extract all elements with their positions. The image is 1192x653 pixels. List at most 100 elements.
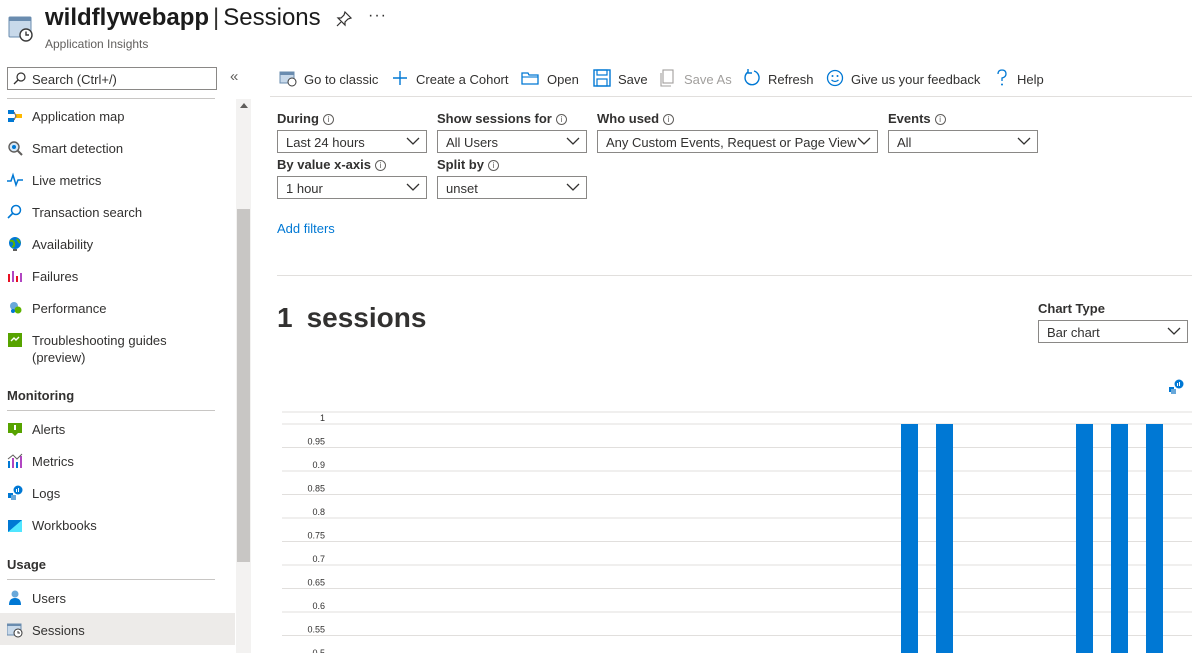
sidebar-item-label: Failures	[32, 269, 79, 284]
y-tick-label: 0.65	[307, 578, 325, 588]
chart-type-dropdown[interactable]: Bar chart	[1038, 320, 1188, 343]
y-tick-label: 1	[320, 413, 325, 423]
y-tick-label: 0.9	[312, 460, 325, 470]
info-icon[interactable]: i	[663, 114, 675, 125]
sidebar-item-label-secondary: (preview)	[32, 350, 86, 365]
sidebar-item-metrics[interactable]: Metrics	[0, 446, 235, 476]
sidebar-item-label: Application map	[32, 109, 125, 124]
chevron-down-icon	[566, 137, 580, 145]
chevron-down-icon	[566, 183, 580, 191]
sidebar-item-label: Metrics	[32, 454, 74, 469]
chart-bar[interactable]	[901, 424, 918, 653]
who-used-dropdown[interactable]: Any Custom Events, Request or Page View	[597, 130, 878, 153]
plus-icon	[393, 71, 407, 85]
sidebar-item-sessions[interactable]: Sessions	[0, 613, 235, 645]
toolbar-label: Create a Cohort	[416, 72, 509, 87]
y-tick-label: 0.75	[307, 531, 325, 541]
logs-icon[interactable]	[1168, 379, 1185, 395]
show-sessions-label: Show sessions for i	[437, 111, 567, 126]
y-tick-label: 0.5	[312, 648, 325, 653]
sidebar-item-label: Smart detection	[32, 141, 124, 156]
performance-icon	[10, 302, 22, 314]
chart-bar[interactable]	[936, 424, 953, 653]
sidebar-item-smart-detection[interactable]: Smart detection	[0, 133, 235, 163]
section-header-usage: Usage	[7, 557, 47, 572]
by-value-label-text: By value x-axis	[277, 157, 371, 172]
sidebar-item-transaction-search[interactable]: Transaction search	[0, 197, 235, 227]
sidebar-item-live-metrics[interactable]: Live metrics	[0, 165, 235, 195]
sidebar-item-label: Availability	[32, 237, 94, 252]
y-tick-label: 0.7	[312, 554, 325, 564]
divider	[277, 275, 1192, 276]
by-value-label: By value x-axis i	[277, 157, 386, 172]
smiley-icon	[826, 69, 844, 87]
by-value-value: 1 hour	[286, 181, 323, 196]
classic-view-icon	[279, 71, 297, 87]
application-map-icon	[8, 110, 22, 122]
chart-bar[interactable]	[1076, 424, 1093, 653]
sidebar-item-label: Live metrics	[32, 173, 102, 188]
sidebar-item-troubleshooting-guides[interactable]: Troubleshooting guides (preview)	[0, 325, 235, 365]
divider	[270, 96, 1192, 97]
events-label-text: Events	[888, 111, 931, 126]
sidebar-item-application-map[interactable]: Application map	[0, 101, 235, 131]
add-filters-link[interactable]: Add filters	[277, 221, 335, 236]
info-icon[interactable]: i	[487, 160, 499, 171]
alerts-icon	[8, 423, 22, 436]
scroll-up-arrow[interactable]	[240, 103, 248, 108]
events-dropdown[interactable]: All	[888, 130, 1038, 153]
sessions-icon	[7, 623, 23, 638]
copy-icon	[660, 69, 674, 87]
y-tick-label: 0.55	[307, 625, 325, 635]
sidebar-item-label: Sessions	[32, 623, 85, 638]
chevron-down-icon	[857, 137, 871, 145]
sessions-bar-chart: 1 0.95 0.9 0.85 0.8 0.75 0.7 0.65 0.6 0.55 0.5	[282, 411, 1192, 653]
toolbar-label: Refresh	[768, 72, 814, 87]
y-tick-label: 0.8	[312, 507, 325, 517]
sidebar-item-workbooks[interactable]: Workbooks	[0, 510, 235, 540]
sidebar-item-logs[interactable]: Logs	[0, 478, 235, 508]
page-subtitle: Application Insights	[45, 37, 149, 51]
show-sessions-dropdown[interactable]: All Users	[437, 130, 587, 153]
chevron-down-icon	[1167, 327, 1181, 335]
metrics-icon	[7, 453, 23, 468]
info-icon[interactable]: i	[555, 114, 567, 125]
pin-icon[interactable]	[335, 10, 353, 28]
y-tick-label: 0.6	[312, 601, 325, 611]
who-used-value: Any Custom Events, Request or Page View	[606, 135, 857, 150]
split-by-value: unset	[446, 181, 478, 196]
toolbar-label: Open	[547, 72, 579, 87]
sidebar-item-performance[interactable]: Performance	[0, 293, 235, 323]
chart-bar[interactable]	[1111, 424, 1128, 653]
info-icon[interactable]: i	[322, 114, 334, 125]
failures-icon	[8, 271, 22, 282]
during-label-text: During	[277, 111, 319, 126]
search-input[interactable]: Search (Ctrl+/)	[7, 67, 217, 90]
by-value-dropdown[interactable]: 1 hour	[277, 176, 427, 199]
show-sessions-label-text: Show sessions for	[437, 111, 552, 126]
events-label: Events i	[888, 111, 946, 126]
sidebar-item-label: Troubleshooting guides	[32, 333, 167, 348]
sidebar-item-availability[interactable]: Availability	[0, 229, 235, 259]
chevron-down-icon	[1017, 137, 1031, 145]
chart-bar[interactable]	[1146, 424, 1163, 653]
command-bar: Go to classic Create a Cohort Open Save …	[270, 64, 1192, 94]
info-icon[interactable]: i	[374, 160, 386, 171]
refresh-icon	[744, 69, 760, 86]
sidebar-item-users[interactable]: Users	[0, 583, 235, 613]
info-icon[interactable]: i	[934, 114, 946, 125]
sessions-count-heading: 1 sessions	[277, 302, 426, 334]
split-by-dropdown[interactable]: unset	[437, 176, 587, 199]
collapse-sidebar-button[interactable]: «	[230, 68, 238, 85]
chart-type-label: Chart Type	[1038, 301, 1105, 316]
scrollbar-thumb[interactable]	[237, 209, 250, 562]
sidebar-item-alerts[interactable]: Alerts	[0, 414, 235, 444]
page-title: wildflywebapp | Sessions	[45, 4, 321, 32]
during-dropdown[interactable]: Last 24 hours	[277, 130, 427, 153]
who-used-label: Who used i	[597, 111, 675, 126]
show-sessions-value: All Users	[446, 135, 499, 150]
sidebar-item-label: Transaction search	[32, 205, 143, 220]
sidebar-item-failures[interactable]: Failures	[0, 261, 235, 291]
more-options-button[interactable]: ···	[368, 7, 387, 25]
logs-icon	[8, 485, 23, 500]
